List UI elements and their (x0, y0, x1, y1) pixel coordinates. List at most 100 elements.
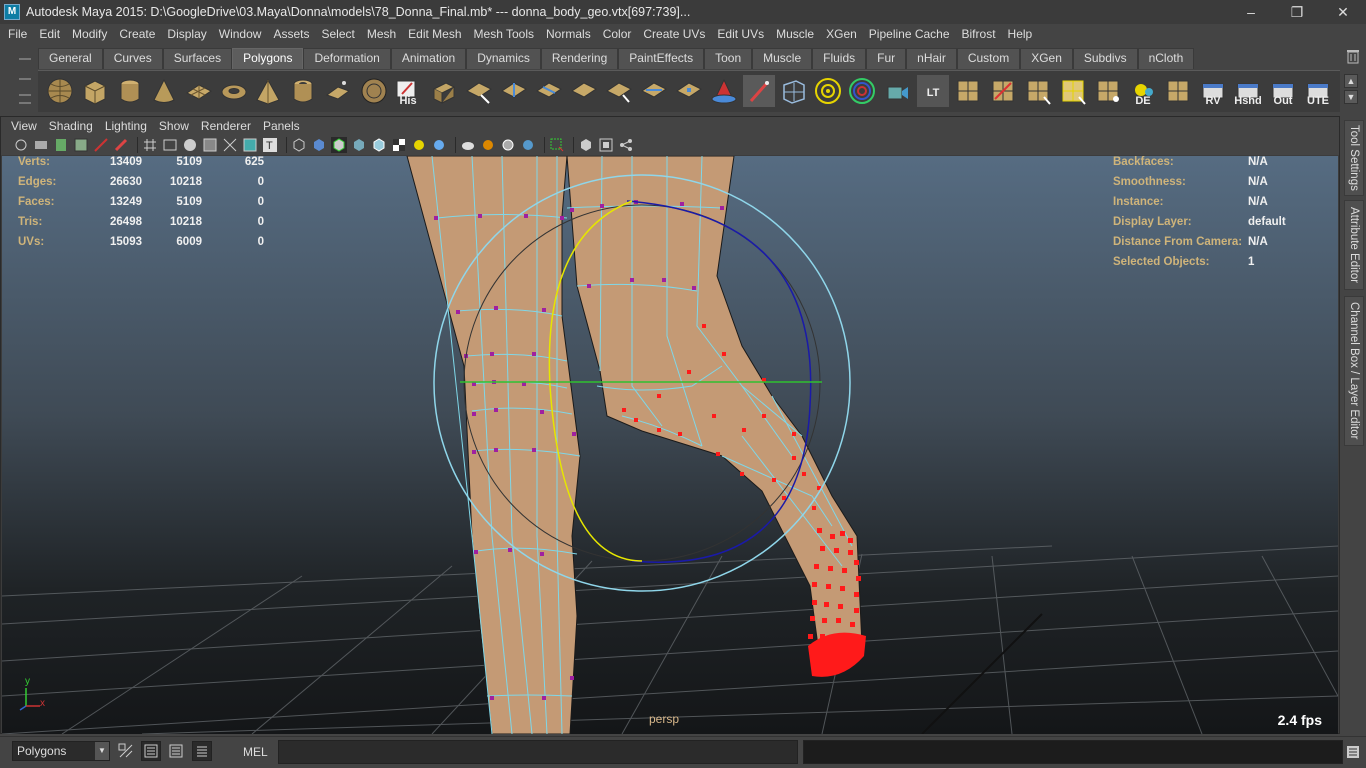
poly-helix-icon[interactable] (358, 75, 390, 107)
uv-icon-2[interactable] (987, 75, 1019, 107)
shelf-tab-fluids[interactable]: Fluids (812, 48, 867, 69)
depth-of-field-icon[interactable] (500, 137, 516, 153)
close-button[interactable]: ✕ (1320, 0, 1366, 24)
bridge-icon[interactable] (463, 75, 495, 107)
lt-script-icon[interactable]: LT (917, 75, 949, 107)
textured-icon[interactable] (351, 137, 367, 153)
menu-select[interactable]: Select (315, 27, 360, 41)
shelf-tab-toon[interactable]: Toon (704, 48, 753, 69)
script-editor-toggle-icon[interactable] (192, 741, 212, 761)
snap-icon[interactable] (116, 741, 136, 761)
poly-pyramid-icon[interactable] (252, 75, 284, 107)
panel-menu-panels[interactable]: Panels (257, 119, 306, 133)
mel-command-input[interactable] (278, 740, 798, 764)
append-icon[interactable] (498, 75, 530, 107)
panel-layout-icon[interactable] (598, 137, 614, 153)
poly-torus-icon[interactable] (218, 75, 250, 107)
light-bulb-icon[interactable] (411, 137, 427, 153)
menu-display[interactable]: Display (161, 27, 212, 41)
shelf-grip-handle[interactable] (12, 48, 34, 110)
menu-edit-uvs[interactable]: Edit UVs (711, 27, 770, 41)
hypershade-toggle-icon[interactable] (166, 741, 186, 761)
de-light-icon[interactable]: DE (1127, 75, 1159, 107)
panel-menu-renderer[interactable]: Renderer (195, 119, 257, 133)
panel-menu-lighting[interactable]: Lighting (99, 119, 153, 133)
shelf-tab-painteffects[interactable]: PaintEffects (618, 48, 705, 69)
xray-icon[interactable] (520, 137, 536, 153)
extrude-icon[interactable] (428, 75, 460, 107)
menu-edit-mesh[interactable]: Edit Mesh (402, 27, 467, 41)
shadows-icon[interactable] (391, 137, 407, 153)
menu-bifrost[interactable]: Bifrost (956, 27, 1002, 41)
panel-menu-shading[interactable]: Shading (43, 119, 99, 133)
3d-viewport[interactable]: Verts: 13409 5109 625 Edges: 26630 10218… (2, 156, 1338, 734)
shelf-tab-nhair[interactable]: nHair (906, 48, 957, 69)
smooth-shade-icon[interactable] (311, 137, 327, 153)
poly-platonic-icon[interactable] (322, 75, 354, 107)
menu-create-uvs[interactable]: Create UVs (637, 27, 711, 41)
isolate-select-icon[interactable] (549, 137, 565, 153)
shelf-tab-general[interactable]: General (38, 48, 103, 69)
menu-color[interactable]: Color (597, 27, 638, 41)
poly-cube-icon[interactable] (79, 75, 111, 107)
shelf-tab-muscle[interactable]: Muscle (752, 48, 813, 69)
bevel-icon[interactable] (638, 75, 670, 107)
menu-file[interactable]: File (2, 27, 33, 41)
menu-pipeline-cache[interactable]: Pipeline Cache (863, 27, 956, 41)
rotate-manip-icon[interactable] (846, 75, 878, 107)
menu-help[interactable]: Help (1002, 27, 1039, 41)
uv-icon-3[interactable] (1022, 75, 1054, 107)
field-chart-icon[interactable] (222, 137, 238, 153)
hud-toggle-icon[interactable] (578, 137, 594, 153)
menu-window[interactable]: Window (213, 27, 268, 41)
tab-channel-box[interactable]: Channel Box / Layer Editor (1344, 296, 1364, 446)
menu-mesh-tools[interactable]: Mesh Tools (468, 27, 540, 41)
film-gate-icon[interactable] (162, 137, 178, 153)
shelf-tab-fur[interactable]: Fur (866, 48, 907, 69)
poly-sphere-icon[interactable] (44, 75, 76, 107)
shelf-tab-dynamics[interactable]: Dynamics (466, 48, 541, 69)
script-editor-icon[interactable] (1346, 745, 1360, 759)
safe-title-icon[interactable]: T (262, 137, 278, 153)
merge-icon[interactable] (673, 75, 705, 107)
paint-tool-icon[interactable] (743, 75, 775, 107)
shelf-tab-xgen[interactable]: XGen (1020, 48, 1073, 69)
wireframe-on-shaded-icon[interactable] (331, 137, 347, 153)
ute-icon[interactable]: UTE (1302, 75, 1334, 107)
bookmark-icon[interactable] (53, 137, 69, 153)
target-icon[interactable] (812, 75, 844, 107)
shelf-tab-subdivs[interactable]: Subdivs (1072, 48, 1138, 69)
multisample-aa-icon[interactable] (480, 137, 496, 153)
uv-icon-6[interactable] (1162, 75, 1194, 107)
poly-plane-icon[interactable] (183, 75, 215, 107)
uv-icon-4[interactable] (1057, 75, 1089, 107)
poly-pipe-icon[interactable] (287, 75, 319, 107)
outliner-toggle-icon[interactable] (141, 741, 161, 761)
shelf-tab-ncloth[interactable]: nCloth (1137, 48, 1195, 69)
gate-mask-icon[interactable] (202, 137, 218, 153)
menu-create[interactable]: Create (113, 27, 161, 41)
shelf-tab-custom[interactable]: Custom (956, 48, 1021, 69)
history-icon[interactable]: His (392, 75, 424, 107)
shelf-trash-icon[interactable] (1346, 48, 1360, 64)
lattice-icon[interactable] (778, 75, 810, 107)
two-d-pan-icon[interactable] (93, 137, 109, 153)
render-icon[interactable] (881, 75, 913, 107)
shelf-tab-curves[interactable]: Curves (102, 48, 163, 69)
minimize-button[interactable]: – (1228, 0, 1274, 24)
resolution-gate-icon[interactable] (182, 137, 198, 153)
shelf-tab-polygons[interactable]: Polygons (232, 48, 304, 69)
menu-xgen[interactable]: XGen (820, 27, 863, 41)
shelf-tab-surfaces[interactable]: Surfaces (162, 48, 233, 69)
safe-action-icon[interactable] (242, 137, 258, 153)
menu-muscle[interactable]: Muscle (770, 27, 820, 41)
menu-set-dropdown[interactable]: Polygons ▼ (12, 741, 110, 761)
uv-icon-1[interactable] (952, 75, 984, 107)
shelf-tab-animation[interactable]: Animation (390, 48, 467, 69)
camera-attributes-icon[interactable] (33, 137, 49, 153)
split-polygon-icon[interactable] (533, 75, 565, 107)
node-editor-icon[interactable] (618, 137, 634, 153)
out-icon[interactable]: Out (1267, 75, 1299, 107)
shelf-scroll-up-icon[interactable]: ▲ (1344, 74, 1358, 88)
tab-attribute-editor[interactable]: Attribute Editor (1344, 200, 1364, 290)
